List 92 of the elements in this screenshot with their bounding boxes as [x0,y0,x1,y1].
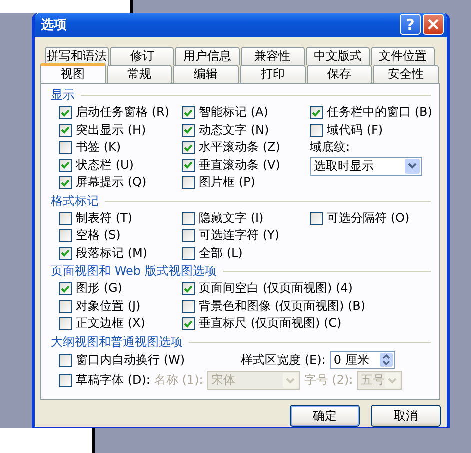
checkbox-label[interactable]: 可选分隔符 (O) [327,210,410,227]
checkbox[interactable] [59,354,72,367]
checkbox-label[interactable]: 背景色和图像 (仅页面视图) (B) [199,298,366,315]
checkbox-label[interactable]: 制表符 (T) [76,210,133,227]
section-heading: 大纲视图和普通视图选项 [51,334,183,351]
checkbox[interactable] [59,317,72,330]
checkbox[interactable] [59,141,72,154]
dropdown-value: 宋体 [211,372,236,390]
field-label: 样式区宽度 (E): [241,352,326,369]
checkbox-label[interactable]: 正文边框 (X) [76,315,146,332]
checkmark-icon [184,320,193,328]
spinner-field[interactable]: 0 厘米 [330,351,395,370]
checkbox-label[interactable]: 突出显示 (H) [76,122,146,139]
checkbox[interactable] [59,106,72,120]
checkbox[interactable] [182,229,195,242]
checkbox-label[interactable]: 图片框 (P) [199,174,256,192]
checkbox[interactable] [310,212,323,225]
checkbox[interactable] [59,124,72,137]
help-button[interactable]: ? [400,14,421,36]
checkbox[interactable] [59,158,72,172]
tab[interactable]: 拼写和语法 [45,46,110,65]
checkbox[interactable] [59,282,72,296]
checkbox-label[interactable]: 水平滚动条 (Z) [199,139,280,156]
checkbox-label[interactable]: 域代码 (F) [327,122,384,139]
checkbox-label[interactable]: 启动任务窗格 (R) [76,104,170,122]
checkbox-label[interactable]: 空格 (S) [76,227,121,244]
checkbox[interactable] [59,300,72,313]
checkbox-label[interactable]: 书签 (K) [76,139,122,156]
checkbox[interactable] [310,106,323,120]
section-heading: 页面视图和 Web 版式视图选项 [51,263,217,280]
checkbox-label[interactable]: 草稿字体 (D): [76,372,150,389]
checkbox-label[interactable]: 屏幕提示 (Q) [76,174,147,192]
checkbox[interactable] [182,282,195,296]
tab[interactable]: 打印 [240,64,306,83]
checkbox[interactable] [182,212,195,225]
tab[interactable]: 编辑 [173,64,240,83]
checkbox-label[interactable]: 对象位置 (J) [76,298,141,315]
dropdown-value: 五号 [361,372,386,390]
spinner-value: 0 厘米 [334,352,370,369]
checkmark-icon [312,108,321,117]
tab[interactable]: 修订 [110,46,174,65]
checkbox-label[interactable]: 可选连字符 (Y) [199,227,280,244]
dropdown[interactable]: 选取时显示 [310,156,422,176]
checkbox[interactable] [182,176,195,190]
tab[interactable]: 安全性 [373,64,440,83]
checkbox[interactable] [182,141,195,154]
section-heading: 格式标记 [51,192,99,210]
checkbox-label[interactable]: 状态栏 (U) [76,156,134,174]
field-label: 字号 (2): [304,372,354,389]
checkbox-label[interactable]: 智能标记 (A) [199,104,268,122]
checkbox-label[interactable]: 任务栏中的窗口 (B) [327,104,432,122]
tab[interactable]: 视图 [40,62,106,83]
checkbox[interactable] [182,246,195,260]
tab[interactable]: 保存 [306,64,372,83]
checkbox[interactable] [59,212,72,225]
field-label: 名称 (1): [154,372,204,389]
section-heading: 显示 [51,87,75,104]
checkbox-label[interactable]: 图形 (G) [76,280,122,298]
checkmark-icon [61,249,70,258]
checkbox-label[interactable]: 段落标记 (M) [76,244,148,262]
checkbox-label[interactable]: 全部 (L) [199,244,243,262]
checkbox[interactable] [59,176,72,190]
checkbox-label[interactable]: 动态文字 (N) [199,122,270,139]
checkbox-label[interactable]: 页面间空白 (仅页面视图) (4) [199,280,353,298]
dropdown-value: 选取时显示 [314,158,374,175]
spinner-buttons[interactable] [380,353,393,368]
checkmark-icon [61,284,70,293]
ok-button[interactable]: 确定 [290,405,360,427]
window-title: 选项 [41,16,68,34]
close-button[interactable] [423,14,444,36]
checkbox[interactable] [182,106,195,120]
checkbox-label[interactable]: 垂直滚动条 (V) [199,156,280,174]
checkbox[interactable] [310,124,323,137]
checkbox[interactable] [59,374,72,387]
checkbox-label[interactable]: 窗口内自动换行 (W) [76,352,186,369]
close-icon [428,19,439,30]
checkbox[interactable] [182,300,195,313]
checkbox[interactable] [59,229,72,242]
checkbox[interactable] [182,158,195,172]
cancel-button[interactable]: 取消 [371,405,441,427]
tab[interactable]: 文件位置 [370,46,436,65]
field-label: 域底纹: [310,138,352,156]
checkbox-label[interactable]: 垂直标尺 (仅页面视图) (C) [199,315,342,332]
checkmark-icon [184,284,193,293]
checkbox[interactable] [182,317,195,330]
tab[interactable]: 中文版式 [306,46,370,65]
tab[interactable]: 兼容性 [240,46,305,65]
checkbox-label[interactable]: 隐藏文字 (I) [199,210,264,227]
tab[interactable]: 用户信息 [175,46,240,65]
tab[interactable]: 常规 [106,64,172,83]
checkbox[interactable] [59,246,72,260]
checkbox[interactable] [182,124,195,137]
